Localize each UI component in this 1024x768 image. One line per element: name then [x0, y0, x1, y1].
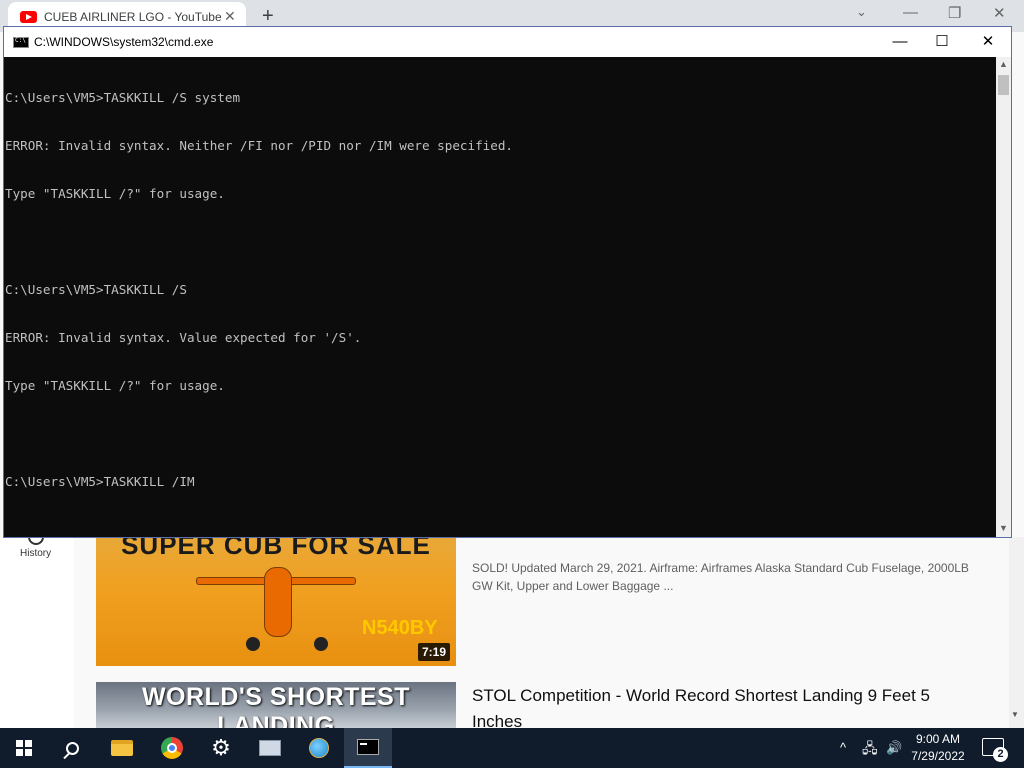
- command-prompt-icon[interactable]: [344, 728, 392, 768]
- console-line: ERROR: Invalid syntax. Value expected fo…: [5, 330, 362, 345]
- youtube-sidebar: [0, 537, 74, 728]
- windows-start-icon[interactable]: [0, 728, 48, 768]
- sidebar-item-history[interactable]: History: [20, 548, 51, 559]
- airplane-wheel-graphic: [314, 637, 328, 651]
- cmd-window[interactable]: C:\WINDOWS\system32\cmd.exe — ☐ ✕ C:\Use…: [3, 26, 1012, 538]
- cmd-window-title: C:\WINDOWS\system32\cmd.exe: [34, 35, 214, 49]
- tray-overflow-chevron-icon[interactable]: ^: [840, 728, 846, 768]
- file-explorer-icon[interactable]: [98, 728, 146, 768]
- cmd-maximize-button[interactable]: ☐: [919, 31, 965, 53]
- globe-app-icon[interactable]: [295, 728, 343, 768]
- console-line: Type "TASKKILL /?" for usage.: [5, 186, 225, 201]
- console-line: ERROR: Invalid syntax. Neither /FI nor /…: [5, 138, 513, 153]
- chrome-icon[interactable]: [148, 728, 196, 768]
- console-prompt-line[interactable]: C:\Users\VM5>TASKKILL /IM: [5, 474, 996, 490]
- cmd-minimize-button[interactable]: —: [877, 31, 923, 53]
- tab-search-icon[interactable]: ⌄: [856, 4, 867, 20]
- thumbnail-caption: WORLD'S SHORTEST LANDING: [141, 683, 411, 728]
- cmd-app-icon: [13, 37, 29, 48]
- page-scrollbar[interactable]: [1009, 537, 1024, 728]
- browser-close-button[interactable]: ✕: [993, 4, 1006, 22]
- clock-time: 9:00 AM: [915, 732, 961, 746]
- airplane-fuselage-graphic: [264, 567, 292, 637]
- clock-date: 7/29/2022: [911, 749, 965, 763]
- video-thumbnail-shortest-landing[interactable]: WORLD'S SHORTEST LANDING: [96, 682, 456, 728]
- tab-title: CUEB AIRLINER LGO - YouTube: [44, 10, 222, 24]
- console-line: C:\Users\VM5>TASKKILL /S system: [5, 90, 241, 105]
- youtube-favicon-icon: [20, 11, 37, 23]
- cmd-console-output[interactable]: C:\Users\VM5>TASKKILL /S system ERROR: I…: [4, 57, 996, 537]
- browser-restore-button[interactable]: ❐: [948, 4, 961, 22]
- scrollbar-thumb[interactable]: [998, 75, 1009, 95]
- tab-close-icon[interactable]: ✕: [224, 8, 236, 25]
- browser-minimize-button[interactable]: —: [903, 4, 918, 21]
- video-thumbnail-super-cub[interactable]: SUPER CUB FOR SALE N540BY: [96, 537, 456, 666]
- console-line: C:\Users\VM5>TASKKILL /S: [5, 282, 187, 297]
- airplane-wheel-graphic: [246, 637, 260, 651]
- video-description: SOLD! Updated March 29, 2021. Airframe: …: [472, 561, 969, 593]
- scroll-up-arrow-icon[interactable]: ▲: [999, 59, 1008, 69]
- taskbar-clock[interactable]: 9:00 AM 7/29/2022: [900, 731, 976, 765]
- video-duration-badge: 7:19: [418, 643, 451, 661]
- console-line: Type "TASKKILL /?" for usage.: [5, 378, 225, 393]
- search-icon[interactable]: [48, 728, 96, 768]
- page-scroll-down-arrow-icon[interactable]: ▼: [1011, 710, 1019, 719]
- cmd-close-button[interactable]: ✕: [965, 31, 1011, 53]
- thumbnail-registration: N540BY: [362, 617, 438, 639]
- cmd-scrollbar[interactable]: ▲ ▼: [996, 57, 1011, 537]
- thumbnail-caption: SUPER CUB FOR SALE: [121, 537, 431, 560]
- notification-count-badge: 2: [993, 747, 1008, 762]
- new-tab-button[interactable]: +: [262, 5, 274, 28]
- scroll-down-arrow-icon[interactable]: ▼: [999, 523, 1008, 533]
- cmd-titlebar[interactable]: C:\WINDOWS\system32\cmd.exe — ☐ ✕: [4, 27, 1011, 57]
- network-computer-icon[interactable]: [246, 728, 294, 768]
- settings-icon[interactable]: ⚙: [197, 728, 245, 768]
- network-icon[interactable]: 🖧: [862, 728, 878, 768]
